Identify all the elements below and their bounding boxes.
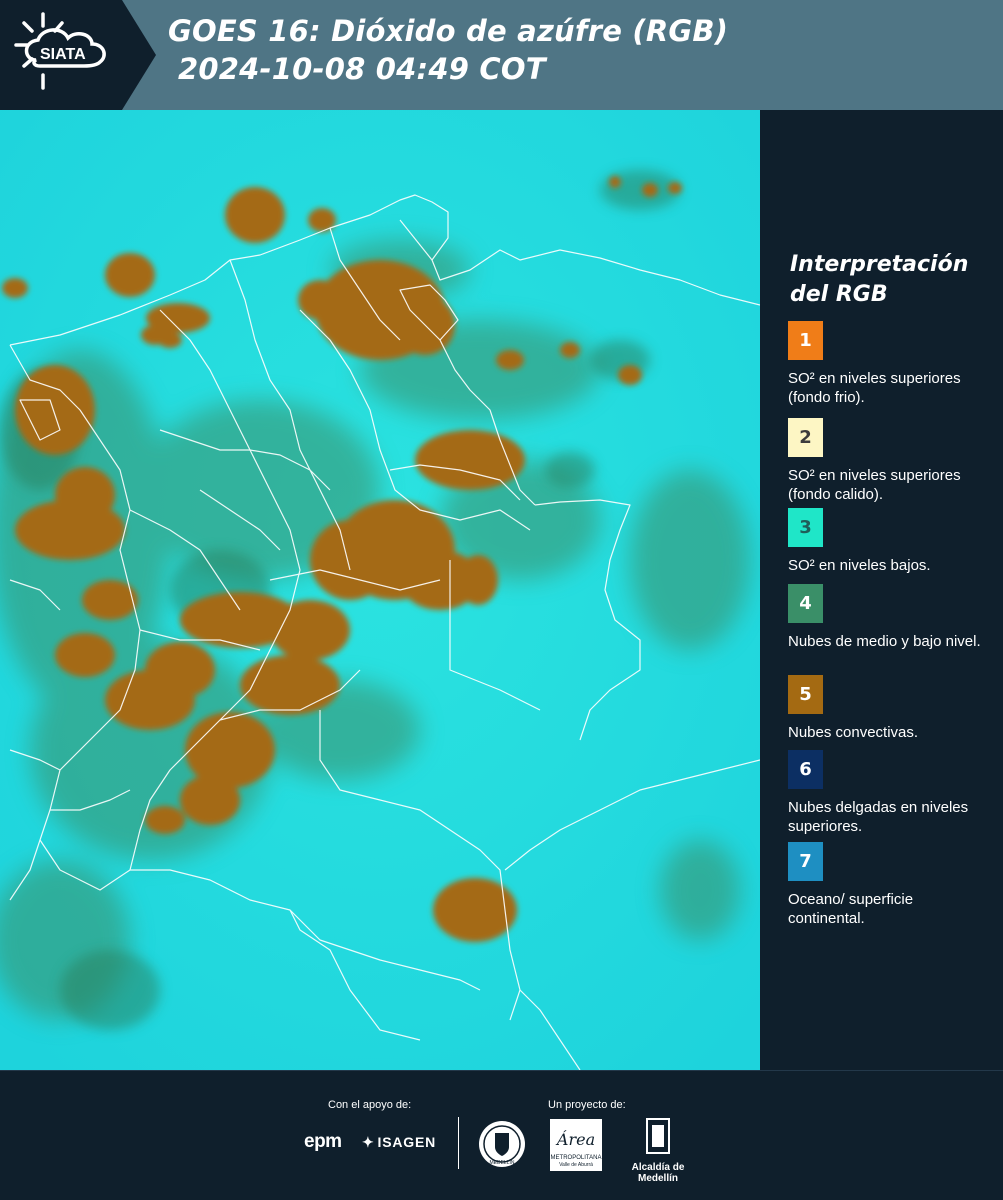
legend-item-2: 2 SO² en niveles superiores (fondo calid… bbox=[788, 418, 993, 504]
area-sub1: METROPOLITANA bbox=[551, 1155, 602, 1161]
legend-item-6: 6 Nubes delgadas en niveles superiores. bbox=[788, 750, 993, 836]
satellite-image bbox=[0, 110, 760, 1070]
legend-label-2: SO² en niveles superiores (fondo calido)… bbox=[788, 467, 961, 503]
area-metropolitana-logo: Área METROPOLITANA Valle de Aburrá bbox=[550, 1119, 602, 1176]
medellin-seal-logo: MEDELLÍN bbox=[477, 1119, 527, 1174]
legend-item-7: 7 Oceano/ superficie continental. bbox=[788, 842, 993, 928]
project-label: Un proyecto de: bbox=[548, 1099, 626, 1111]
title-product: GOES 16: Dióxido de azúfre (RGB) bbox=[168, 14, 729, 48]
area-sub2: Valle de Aburrá bbox=[559, 1162, 593, 1168]
footer-divider bbox=[458, 1117, 459, 1169]
alcaldia-text: Alcaldía de Medellín bbox=[631, 1162, 685, 1184]
legend-panel: Interpretación del RGB 1 SO² en niveles … bbox=[760, 110, 1003, 1070]
isagen-text: ISAGEN bbox=[377, 1134, 437, 1150]
legend-label-6: Nubes delgadas en niveles superiores. bbox=[788, 799, 969, 835]
legend-title: Interpretación del RGB bbox=[790, 252, 969, 307]
legend-item-5: 5 Nubes convectivas. bbox=[788, 675, 993, 742]
legend-label-3: SO² en niveles bajos. bbox=[788, 557, 931, 574]
header-bar: SIATA GOES 16: Dióxido de azúfre (RGB) 2… bbox=[0, 0, 1003, 110]
coat-of-arms-icon bbox=[646, 1118, 670, 1154]
legend-label-4: Nubes de medio y bajo nivel. bbox=[788, 633, 981, 650]
logo-text: SIATA bbox=[40, 46, 86, 63]
title-timestamp: 2024-10-08 04:49 COT bbox=[178, 52, 546, 86]
footer: Con el apoyo de: Un proyecto de: epm ✦ IS… bbox=[0, 1070, 1003, 1200]
legend-swatch-3: 3 bbox=[788, 508, 823, 547]
legend-item-3: 3 SO² en niveles bajos. bbox=[788, 508, 993, 575]
page-title: GOES 16: Dióxido de azúfre (RGB) 2024-10… bbox=[168, 12, 728, 88]
legend-item-4: 4 Nubes de medio y bajo nivel. bbox=[788, 584, 993, 651]
legend-label-5: Nubes convectivas. bbox=[788, 724, 919, 741]
legend-label-1: SO² en niveles superiores (fondo frio). bbox=[788, 370, 961, 406]
legend-swatch-7: 7 bbox=[788, 842, 823, 881]
seal-text: MEDELLÍN bbox=[489, 1159, 514, 1166]
legend-swatch-4: 4 bbox=[788, 584, 823, 623]
area-name: Área bbox=[555, 1129, 595, 1149]
legend-item-1: 1 SO² en niveles superiores (fondo frio)… bbox=[788, 321, 993, 407]
legend-swatch-2: 2 bbox=[788, 418, 823, 457]
legend-swatch-1: 1 bbox=[788, 321, 823, 360]
alcaldia-logo: Alcaldía de Medellín bbox=[612, 1117, 704, 1184]
isagen-star-icon: ✦ bbox=[362, 1134, 375, 1150]
legend-label-7: Oceano/ superficie continental. bbox=[788, 891, 914, 927]
siata-logo: SIATA bbox=[0, 0, 160, 110]
support-label: Con el apoyo de: bbox=[328, 1099, 412, 1111]
isagen-logo: ✦ ISAGEN bbox=[362, 1134, 436, 1151]
legend-swatch-6: 6 bbox=[788, 750, 823, 789]
legend-swatch-5: 5 bbox=[788, 675, 823, 714]
epm-logo: epm bbox=[304, 1131, 342, 1152]
satellite-map bbox=[0, 110, 760, 1070]
